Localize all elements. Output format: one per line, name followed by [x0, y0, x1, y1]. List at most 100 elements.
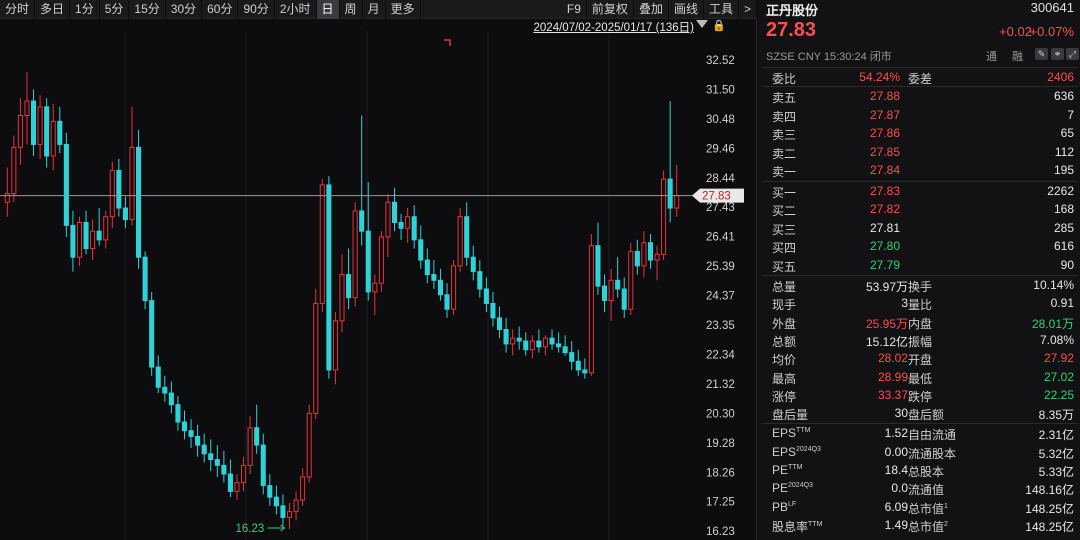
- lock-icon[interactable]: 🔒: [712, 19, 726, 32]
- candle-body: [155, 366, 161, 388]
- candle-body: [451, 265, 457, 310]
- toolbar-left-12[interactable]: 更多: [386, 0, 421, 19]
- bid-row[interactable]: 买二 27.82 168: [758, 200, 1080, 219]
- corner-marker: [444, 39, 451, 46]
- edit-icon[interactable]: ✎: [1035, 48, 1048, 60]
- ask-row[interactable]: 卖二 27.85 112: [758, 143, 1080, 162]
- candle-body: [595, 245, 601, 287]
- fundamental-row[interactable]: PBLF 6.09 总市值1 148.25亿: [758, 498, 1080, 516]
- toolbar-left-9[interactable]: 日: [316, 0, 340, 19]
- last-price: 27.83: [766, 19, 817, 41]
- candle-body: [634, 250, 640, 267]
- stat-value: 7.08%: [1039, 332, 1074, 347]
- ask-row[interactable]: 卖三 27.86 65: [758, 124, 1080, 143]
- bid-row[interactable]: 买三 27.81 285: [758, 219, 1080, 238]
- price-change-pct: +0.07%: [1029, 24, 1074, 39]
- stat-row[interactable]: 涨停 33.37 跌停 22.25: [758, 386, 1080, 404]
- toolbar-left-7[interactable]: 90分: [238, 0, 275, 19]
- stat-row[interactable]: 盘后量 30 盘后额 8.35万: [758, 404, 1080, 422]
- candle-body: [588, 245, 594, 374]
- stock-name: 正丹股份: [766, 3, 819, 18]
- candle-body: [359, 210, 365, 232]
- candle-body: [136, 146, 142, 258]
- price-axis-label: 20.30: [706, 408, 735, 420]
- stat-value: 15.12亿: [865, 334, 908, 349]
- candle-body: [208, 453, 214, 461]
- toolbar-right-1[interactable]: 前复权: [587, 0, 634, 19]
- candle-body: [57, 120, 63, 145]
- candle-body: [76, 221, 83, 258]
- ask-row[interactable]: 卖五 27.88 636: [758, 87, 1080, 106]
- stat-row[interactable]: 现手 3 量比 0.91: [758, 294, 1080, 312]
- bid-row[interactable]: 买一 27.83 2262: [758, 182, 1080, 201]
- candle-body: [280, 505, 286, 518]
- toolbar-right-5[interactable]: >: [739, 0, 757, 19]
- toolbar-left-2[interactable]: 1分: [70, 0, 100, 19]
- bid-label: 买一: [772, 185, 797, 200]
- candle-body: [411, 216, 417, 241]
- link-icon[interactable]: ⚭: [1051, 48, 1064, 60]
- fund-label: EPSTTM: [772, 426, 810, 440]
- toolbar-left-11[interactable]: 月: [363, 0, 386, 19]
- fund-label2: 总市值1: [908, 500, 948, 517]
- fundamental-row[interactable]: EPSTTM 1.52 自由流通 2.31亿: [758, 424, 1080, 442]
- bid-volume: 285: [1053, 220, 1074, 235]
- fundamental-row[interactable]: EPS2024Q3 0.00 流通股本 5.32亿: [758, 443, 1080, 461]
- stat-label: 换手: [908, 280, 933, 294]
- stat-row[interactable]: 总额 15.12亿 振幅 7.08%: [758, 331, 1080, 349]
- candle-body: [569, 352, 575, 362]
- stat-row[interactable]: 总量 53.97万 换手 10.14%: [758, 276, 1080, 294]
- toolbar-right-4[interactable]: 工具: [704, 0, 739, 19]
- fund-label2: 流通股本: [908, 445, 956, 462]
- fund-label2-text: 总市值: [908, 501, 945, 516]
- stat-row[interactable]: 均价 28.02 开盘 27.92: [758, 349, 1080, 367]
- stat-row[interactable]: 外盘 25.95万 内盘 28.01万: [758, 313, 1080, 331]
- toolbar-left-3[interactable]: 5分: [100, 0, 130, 19]
- price-axis-label: 31.50: [706, 84, 735, 96]
- stat-value: 28.01万: [1031, 316, 1074, 331]
- candle-body: [575, 360, 581, 371]
- candle-body: [647, 242, 654, 261]
- kline-chart-area[interactable]: 32.52 31.50 30.48 29.46 28.44 27.43 26.41 25.39…: [0, 19, 757, 540]
- toolbar-left-4[interactable]: 15分: [129, 0, 166, 19]
- bid-row[interactable]: 买五 27.79 90: [758, 256, 1080, 275]
- ask-row[interactable]: 卖一 27.84 195: [758, 161, 1080, 180]
- fund-label-text: EPS: [772, 426, 797, 441]
- expand-icon[interactable]: ⤢: [1066, 48, 1079, 60]
- toolbar-right-2[interactable]: 叠加: [634, 0, 669, 19]
- toolbar-right-0[interactable]: F9: [562, 0, 587, 19]
- current-price-tag-text: 27.83: [702, 191, 731, 203]
- fundamental-row[interactable]: 股息率TTM 1.49 总市值2 148.25亿: [758, 516, 1080, 534]
- toolbar-left-5[interactable]: 30分: [166, 0, 203, 19]
- ask-volume: 65: [1060, 126, 1074, 140]
- fundamental-row[interactable]: PETTM 18.4 总股本 5.33亿: [758, 461, 1080, 479]
- toolbar-left-6[interactable]: 60分: [202, 0, 239, 19]
- candle-body: [378, 236, 384, 284]
- toolbar-right-3[interactable]: 画线: [669, 0, 704, 19]
- candle-body: [516, 337, 522, 342]
- rong-label: 融: [1012, 51, 1023, 63]
- candle-body: [109, 169, 115, 218]
- toolbar-left-8[interactable]: 2小时: [275, 0, 317, 19]
- toolbar-left-1[interactable]: 多日: [35, 0, 71, 19]
- stat-value: 53.97万: [865, 280, 908, 294]
- fund-label2-text: 总股本: [908, 465, 945, 479]
- stat-row[interactable]: 最高 28.99 最低 27.02: [758, 368, 1080, 386]
- fundamental-row[interactable]: PE2024Q3 0.0 流通值 148.16亿: [758, 479, 1080, 497]
- candlestick-chart[interactable]: 32.52 31.50 30.48 29.46 28.44 27.43 26.41 25.39…: [0, 19, 757, 540]
- toolbar-left-0[interactable]: 分时: [0, 0, 36, 19]
- candle-body: [496, 317, 503, 330]
- fund-value2: 148.16亿: [1025, 483, 1074, 498]
- weibi-row[interactable]: 委比 54.24% 委差 2406: [758, 68, 1080, 86]
- candle-body: [70, 224, 76, 258]
- range-dropdown-icon[interactable]: [696, 20, 708, 28]
- candle-body: [667, 178, 673, 209]
- ask-label: 卖四: [772, 109, 797, 124]
- toolbar-left-10[interactable]: 周: [340, 0, 363, 19]
- bid-price: 27.79: [869, 257, 900, 272]
- date-range-label[interactable]: 2024/07/02-2025/01/17 (136日): [534, 19, 694, 35]
- bid-row[interactable]: 买四 27.80 616: [758, 237, 1080, 256]
- price-axis-label: 21.32: [706, 379, 735, 391]
- ask-row[interactable]: 卖四 27.87 7: [758, 106, 1080, 125]
- candle-body: [556, 343, 562, 348]
